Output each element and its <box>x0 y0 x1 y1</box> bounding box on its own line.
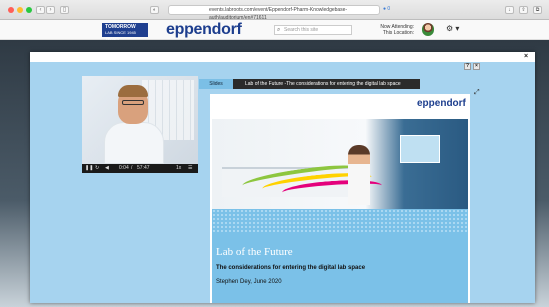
slide-title: Lab of the Future <box>216 246 293 258</box>
help-icon[interactable]: ? <box>464 63 471 70</box>
zoom-window-button[interactable] <box>26 7 32 13</box>
eppendorf-logo[interactable]: eppendorf <box>166 21 242 39</box>
speaker-body <box>104 122 164 164</box>
browser-toolbar: ‹ › ▯ ◐ events.labroots.com/event/Eppend… <box>0 0 549 21</box>
avatar[interactable] <box>422 23 434 36</box>
slide-subtitle: The considerations for entering the digi… <box>216 265 366 271</box>
volume-icon[interactable]: ◀ <box>105 164 109 173</box>
band-dot-pattern <box>212 209 468 233</box>
video-controls: ❚❚ ↻ ◀ 0:04 / 57:47 1x ☰ <box>82 164 198 173</box>
gear-icon[interactable]: ⚙ ▾ <box>446 24 459 33</box>
back-icon[interactable]: ‹ <box>36 6 45 14</box>
address-bar-url: events.labroots.com/event/Eppendorf-Phar… <box>209 7 348 21</box>
pause-icon[interactable]: ❚❚ <box>85 164 93 173</box>
tabs-icon[interactable]: ⧉ <box>533 6 542 14</box>
share-icon[interactable]: ⇧ <box>519 6 528 14</box>
time-total: 57:47 <box>137 165 150 171</box>
replay-icon[interactable]: ↻ <box>95 164 99 173</box>
speaker-video[interactable] <box>82 76 198 164</box>
time-separator: / <box>131 165 133 171</box>
search-icon: ⌕ <box>277 27 281 33</box>
close-player-icon[interactable]: × <box>473 63 480 70</box>
lab-technician <box>348 145 370 205</box>
time-current: 0:04 <box>119 165 129 171</box>
modal-close-icon[interactable]: × <box>524 53 528 60</box>
minimize-window-button[interactable] <box>17 7 23 13</box>
slide-lab-illustration <box>212 119 468 209</box>
speaker-glasses <box>122 100 144 105</box>
close-window-button[interactable] <box>8 7 14 13</box>
slide-eppendorf-logo: eppendorf <box>417 98 466 109</box>
search-placeholder: Search this site <box>284 27 319 33</box>
tab-slides[interactable]: Slides <box>199 79 233 89</box>
search-input[interactable]: ⌕ Search this site <box>274 25 352 35</box>
reload-indicator[interactable]: ● 0 <box>383 6 390 12</box>
attendance-info: Now Attending: This Location: <box>356 24 414 36</box>
this-location-label: This Location: <box>382 30 414 36</box>
forward-icon[interactable]: › <box>46 6 55 14</box>
privacy-icon[interactable]: ◐ <box>150 6 159 14</box>
speaker-hair <box>118 85 148 97</box>
site-header: TOMORROW LAB SINCE 1945 TEAMS eppendorf … <box>0 20 549 41</box>
lab-screen <box>400 135 440 163</box>
slide-author: Stephen Dey, June 2020 <box>216 279 282 285</box>
expand-icon[interactable]: ⤢ <box>474 89 480 97</box>
download-icon[interactable]: ↓ <box>505 6 514 14</box>
playback-speed[interactable]: 1x <box>176 164 181 173</box>
menu-icon[interactable]: ☰ <box>188 164 192 173</box>
tomorrow-lab-banner[interactable]: TOMORROW LAB SINCE 1945 TEAMS <box>102 23 148 41</box>
presentation-title: Lab of the Future -The considerations fo… <box>233 79 420 89</box>
address-bar[interactable]: events.labroots.com/event/Eppendorf-Phar… <box>168 5 380 21</box>
sidebar-icon[interactable]: ▯ <box>60 6 69 14</box>
